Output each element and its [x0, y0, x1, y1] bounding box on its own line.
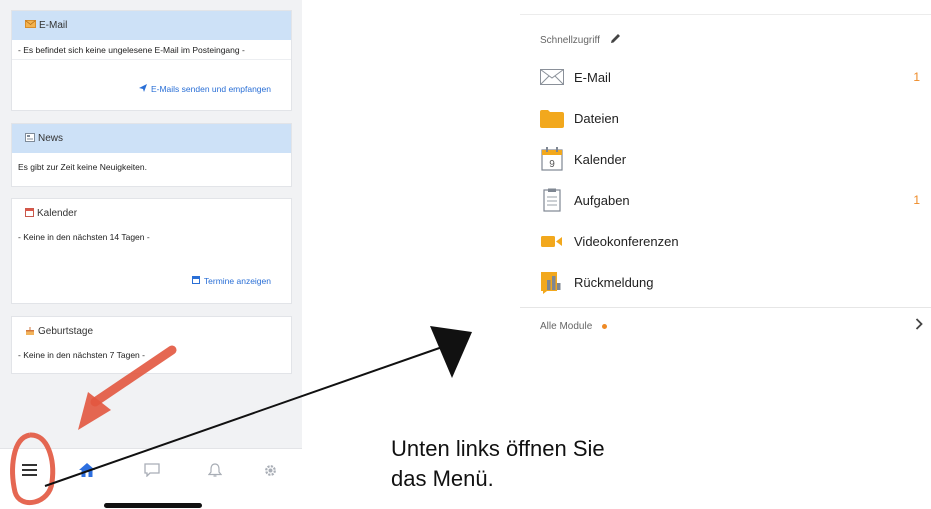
instruction-caption: Unten links öffnen Sie das Menü. — [391, 434, 605, 494]
caption-line-1: Unten links öffnen Sie — [391, 436, 605, 461]
caption-line-2: das Menü. — [391, 466, 494, 491]
black-arrow — [44, 326, 472, 487]
